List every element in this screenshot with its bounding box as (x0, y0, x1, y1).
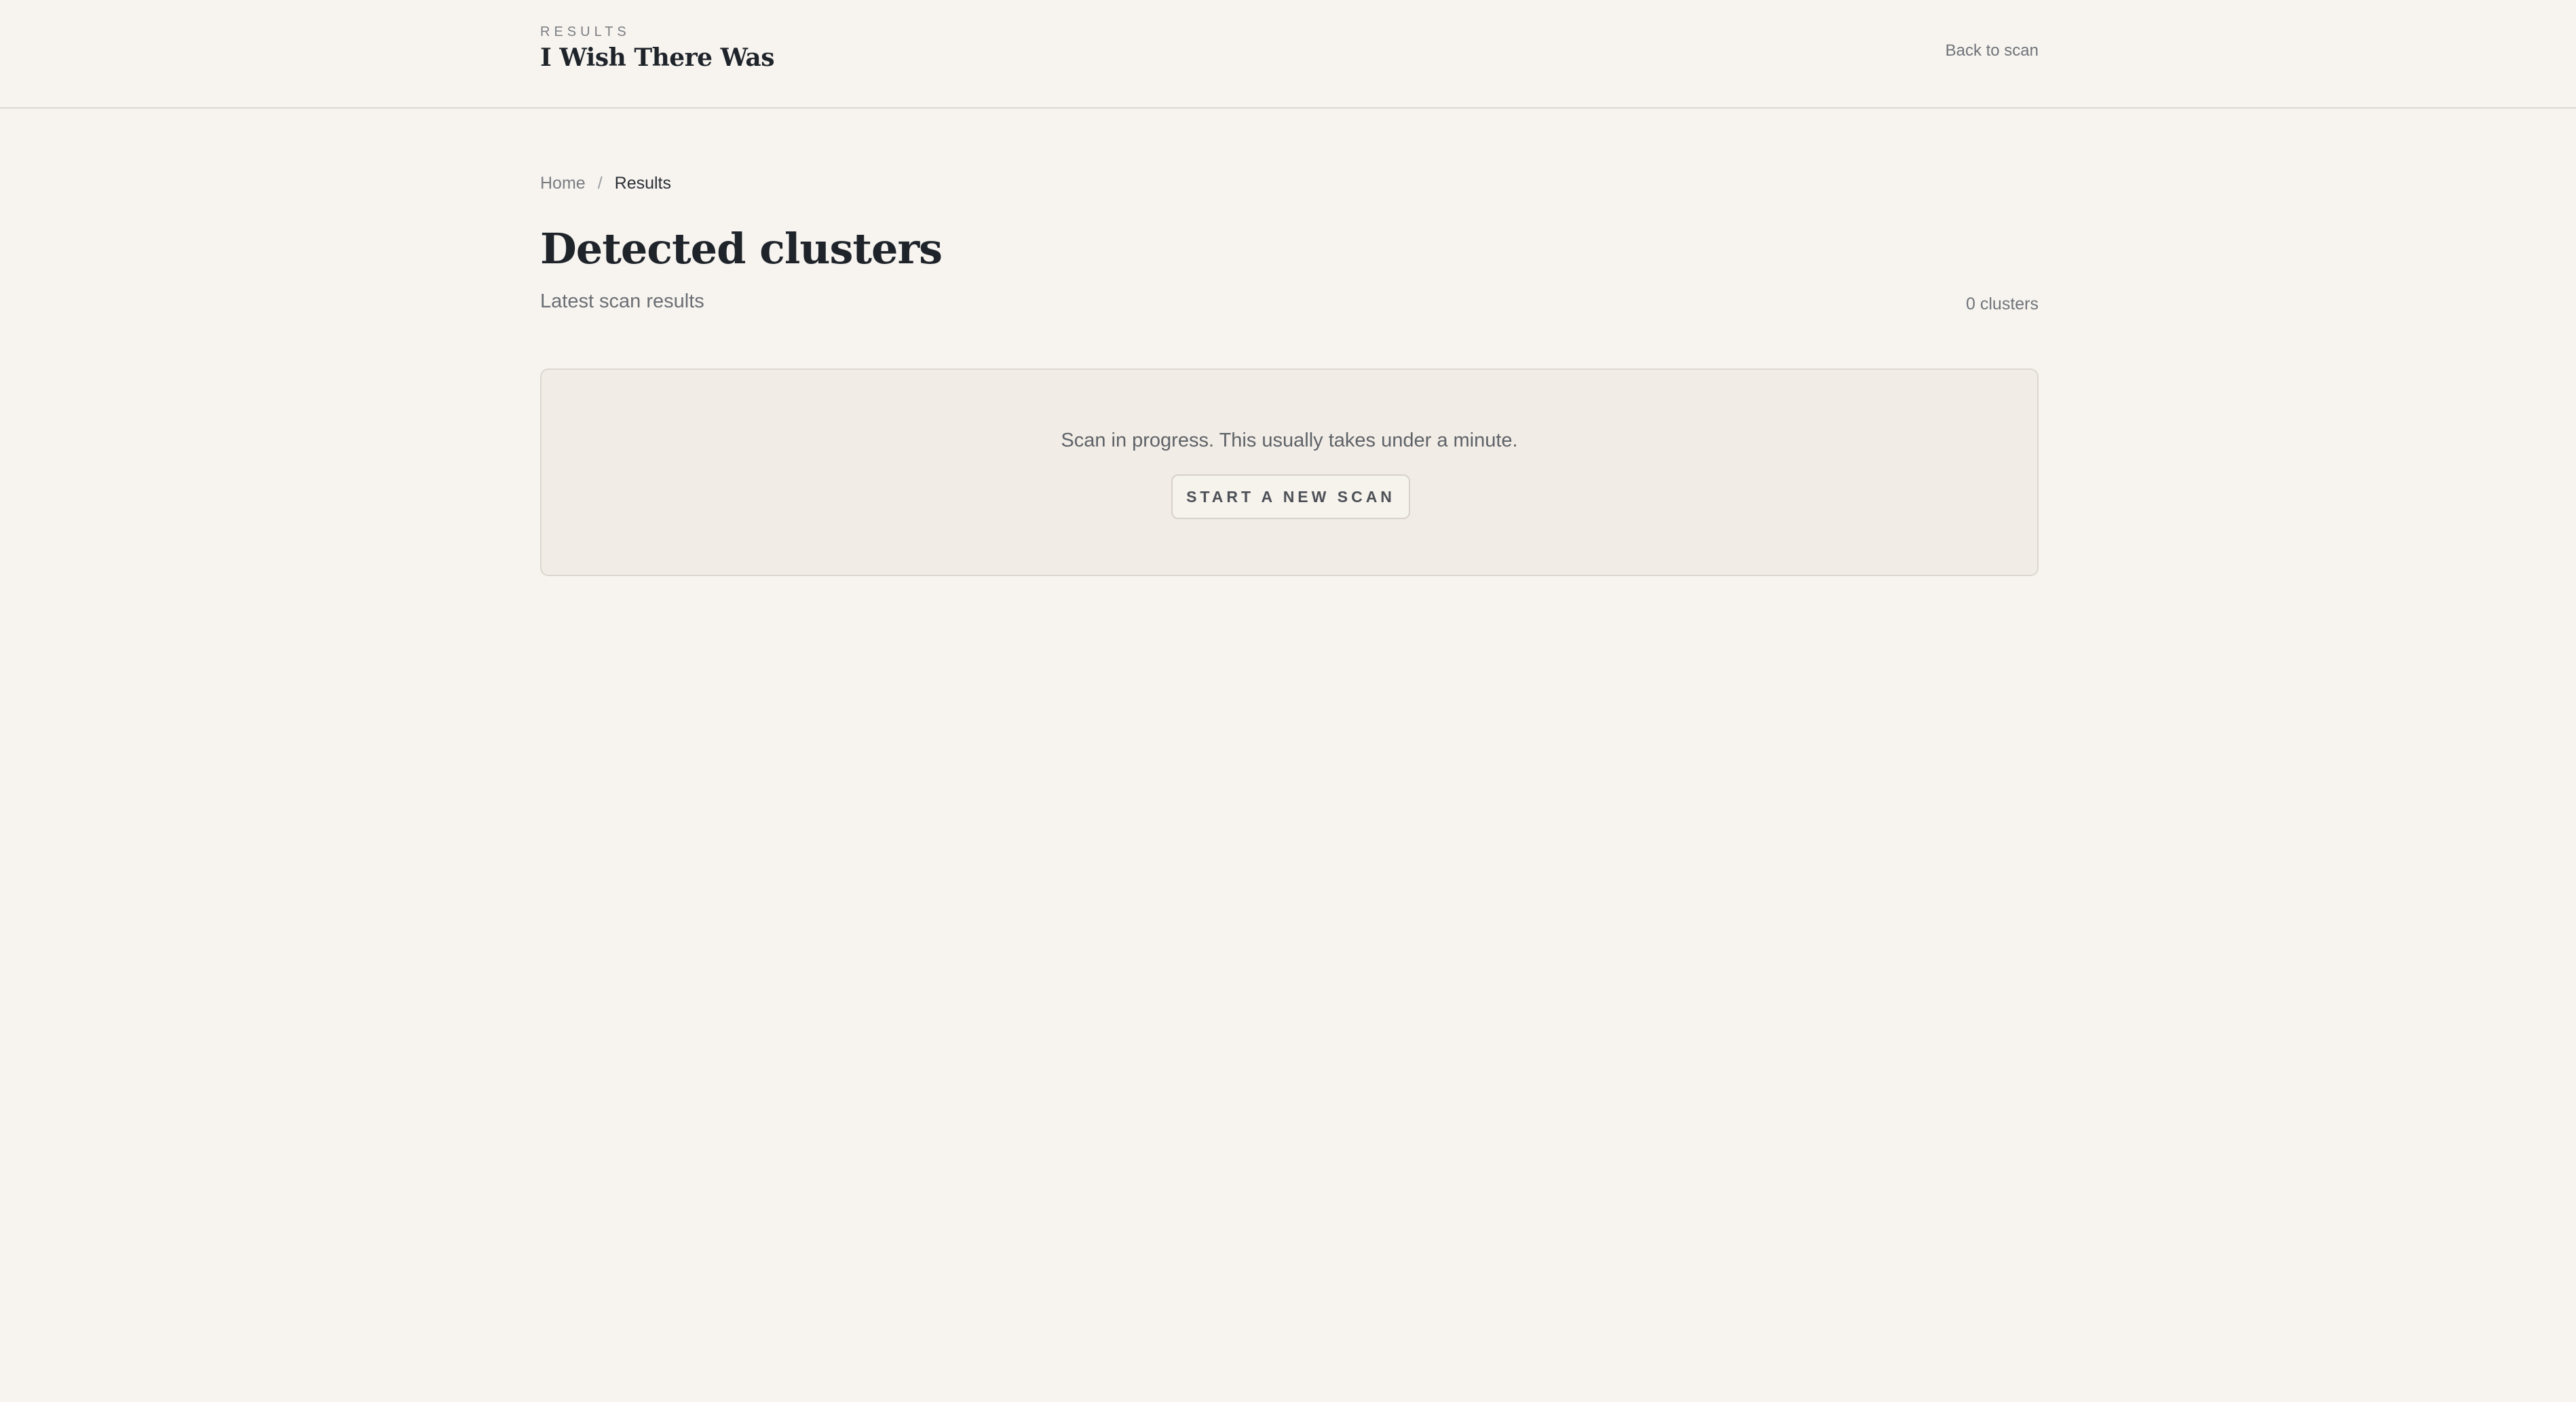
scan-status-message: Scan in progress. This usually takes und… (1061, 430, 1518, 451)
breadcrumb-current: Results (614, 174, 672, 193)
breadcrumb-home-link[interactable]: Home (540, 174, 586, 193)
main-content: Home / Results Detected clusters Latest … (540, 0, 2039, 611)
page-subtitle: Latest scan results (540, 290, 704, 312)
cluster-count: 0 clusters (1966, 295, 2039, 314)
breadcrumb: Home / Results (540, 174, 671, 193)
scan-status-panel: Scan in progress. This usually takes und… (540, 368, 2039, 576)
breadcrumb-separator: / (597, 174, 603, 193)
start-new-scan-button[interactable]: START A NEW SCAN (1171, 474, 1410, 519)
page-title: Detected clusters (540, 224, 943, 273)
